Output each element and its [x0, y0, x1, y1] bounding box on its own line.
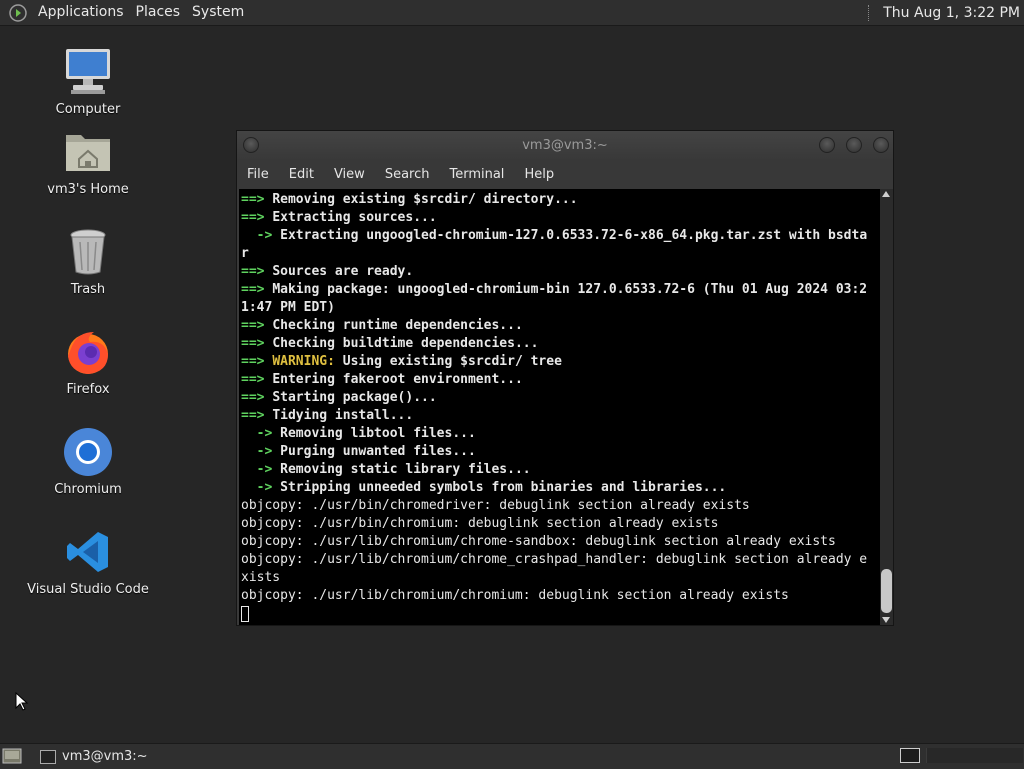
terminal-cursor	[241, 605, 249, 622]
terminal-line: 1:47 PM EDT)	[241, 300, 335, 315]
desktop-icon-home[interactable]: vm3's Home	[28, 126, 148, 197]
terminal-icon	[40, 749, 56, 764]
bottom-panel: vm3@vm3:~	[0, 743, 1024, 769]
workspace-switcher-2[interactable]	[926, 748, 1023, 763]
applications-menu[interactable]: Applications	[32, 0, 130, 25]
desktop-icon-label: Firefox	[66, 382, 110, 397]
terminal-line: xists	[241, 570, 281, 585]
vscode-icon	[62, 526, 114, 578]
top-panel: Applications Places System Thu Aug 1, 3:…	[0, 0, 1024, 26]
panel-separator	[868, 4, 871, 21]
desktop-icon-label: Trash	[70, 282, 106, 297]
terminal-line: ==> Tidying install...	[241, 408, 414, 423]
scroll-down-arrow-icon[interactable]	[882, 617, 890, 623]
desktop-icon-label: Computer	[55, 102, 121, 117]
terminal-line: objcopy: ./usr/bin/chromedriver: debugli…	[241, 498, 750, 513]
terminal-line: -> Stripping unneeded symbols from binar…	[241, 480, 727, 495]
terminal-line: objcopy: ./usr/lib/chromium/chrome-sandb…	[241, 534, 836, 549]
terminal-scrollbar[interactable]	[880, 189, 893, 625]
warning-label: WARNING:	[272, 354, 335, 369]
menu-terminal[interactable]: Terminal	[439, 161, 514, 189]
workspace-switcher-1[interactable]	[900, 748, 920, 763]
terminal-line: ==> Starting package()...	[241, 390, 437, 405]
mouse-pointer-icon	[15, 692, 29, 711]
menu-search[interactable]: Search	[375, 161, 440, 189]
desktop-icon-computer[interactable]: Computer	[28, 46, 148, 117]
terminal-line: -> Removing static library files...	[241, 462, 531, 477]
terminal-line: ==> Sources are ready.	[241, 264, 414, 279]
maximize-button[interactable]	[846, 137, 862, 153]
window-titlebar[interactable]: vm3@vm3:~	[237, 131, 893, 161]
terminal-line: objcopy: ./usr/bin/chromium: debuglink s…	[241, 516, 719, 531]
terminal-line: r	[241, 246, 249, 261]
terminal-line: -> Extracting ungoogled-chromium-127.0.6…	[241, 228, 868, 243]
desktop-icon-chromium[interactable]: Chromium	[28, 426, 148, 497]
trash-icon	[62, 226, 114, 278]
places-menu[interactable]: Places	[130, 0, 187, 25]
menu-view[interactable]: View	[324, 161, 375, 189]
home-folder-icon	[62, 126, 114, 178]
terminal-line: ==> Checking buildtime dependencies...	[241, 336, 539, 351]
close-button[interactable]	[873, 137, 889, 153]
terminal-line: objcopy: ./usr/lib/chromium/chromium: de…	[241, 588, 789, 603]
desktop-icon-trash[interactable]: Trash	[28, 226, 148, 297]
desktop-icon-firefox[interactable]: Firefox	[28, 326, 148, 397]
chromium-icon	[62, 426, 114, 478]
desktop-icon-label: vm3's Home	[47, 182, 129, 197]
scrollbar-thumb[interactable]	[881, 569, 892, 613]
desktop-icon-label: Visual Studio Code	[27, 582, 149, 597]
show-desktop-icon[interactable]	[2, 748, 22, 764]
minimize-button[interactable]	[819, 137, 835, 153]
scroll-up-arrow-icon[interactable]	[882, 191, 890, 197]
taskbar-item-terminal[interactable]: vm3@vm3:~	[36, 746, 202, 767]
terminal-line: ==> Checking runtime dependencies...	[241, 318, 523, 333]
taskbar-item-label: vm3@vm3:~	[62, 749, 148, 764]
terminal-line: ==> Making package: ungoogled-chromium-b…	[241, 282, 868, 297]
terminal-menubar: File Edit View Search Terminal Help	[237, 161, 893, 189]
computer-icon	[62, 46, 114, 98]
menu-file[interactable]: File	[237, 161, 279, 189]
terminal-line: ==> Removing existing $srcdir/ directory…	[241, 192, 578, 207]
terminal-window[interactable]: vm3@vm3:~ File Edit View Search Terminal…	[236, 130, 894, 626]
menu-edit[interactable]: Edit	[279, 161, 324, 189]
terminal-line: ==> Extracting sources...	[241, 210, 437, 225]
desktop-icon-vscode[interactable]: Visual Studio Code	[27, 526, 149, 597]
gnome-foot-icon[interactable]	[8, 3, 28, 23]
clock[interactable]: Thu Aug 1, 3:22 PM	[883, 5, 1024, 21]
terminal-line: objcopy: ./usr/lib/chromium/chrome_crash…	[241, 552, 868, 567]
menu-help[interactable]: Help	[514, 161, 564, 189]
terminal-line: ==> Entering fakeroot environment...	[241, 372, 523, 387]
system-menu[interactable]: System	[186, 0, 250, 25]
window-title: vm3@vm3:~	[522, 138, 608, 153]
terminal-line: ==> WARNING: Using existing $srcdir/ tre…	[241, 354, 562, 369]
terminal-output[interactable]: ==> Removing existing $srcdir/ directory…	[239, 189, 880, 625]
terminal-line: -> Purging unwanted files...	[241, 444, 476, 459]
firefox-icon	[62, 326, 114, 378]
terminal-line: -> Removing libtool files...	[241, 426, 476, 441]
desktop-icon-label: Chromium	[54, 482, 122, 497]
